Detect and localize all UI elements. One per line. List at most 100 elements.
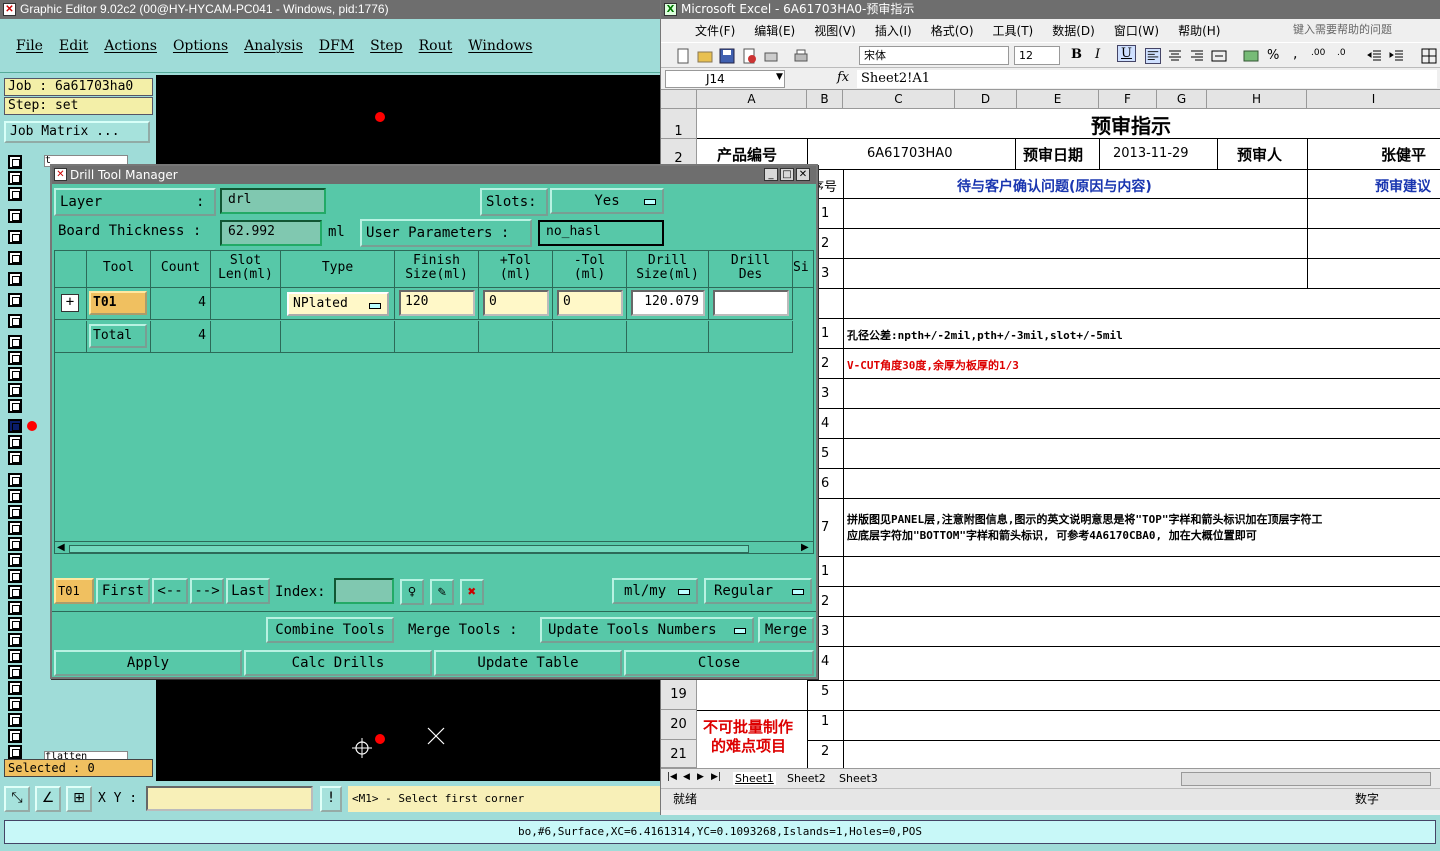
expand-icon[interactable]: + [61, 294, 79, 312]
layer-toggle[interactable] [8, 230, 22, 244]
sheet-tab-1[interactable]: Sheet1 [733, 772, 776, 785]
layer-toggle[interactable] [8, 187, 22, 201]
sheet-tab-3[interactable]: Sheet3 [839, 772, 878, 785]
col-si[interactable]: Si [793, 251, 813, 287]
user-parameters-button[interactable]: User Parameters : [360, 219, 532, 247]
col-type[interactable]: Type [281, 251, 395, 287]
excel-titlebar[interactable]: X Microsoft Excel - 6A61703HA0-预审指示 [661, 0, 1440, 19]
scroll-right-icon[interactable]: ▶ [801, 542, 809, 553]
increase-indent-icon[interactable] [1389, 48, 1405, 64]
first-button[interactable]: First [96, 578, 150, 604]
layer-toggle[interactable] [8, 155, 22, 169]
horizontal-scrollbar[interactable] [1181, 772, 1431, 786]
drill-size-input[interactable]: 120.079 [631, 290, 705, 316]
column-header[interactable]: G [1157, 90, 1207, 109]
layer-toggle[interactable] [8, 367, 22, 381]
menu-rout[interactable]: Rout [419, 38, 453, 54]
plus-tol-input[interactable]: 0 [483, 290, 549, 316]
formula-input[interactable]: Sheet2!A1 [857, 70, 1437, 88]
merge-button[interactable]: Merge [758, 617, 814, 643]
row-header[interactable]: 19 [661, 680, 697, 710]
increase-decimal-icon[interactable]: .00 [1311, 48, 1325, 58]
layer-toggle[interactable] [8, 633, 22, 647]
save-icon[interactable] [719, 48, 735, 64]
layer-toggle-active[interactable] [8, 419, 22, 433]
next-sheet-icon[interactable]: ▶ [697, 772, 704, 782]
last-sheet-icon[interactable]: ▶| [711, 772, 721, 782]
underline-icon[interactable]: U [1117, 45, 1136, 62]
xy-input[interactable] [146, 786, 313, 811]
finish-size-input[interactable]: 120 [399, 290, 475, 316]
layer-toggle[interactable] [8, 553, 22, 567]
update-table-button[interactable]: Update Table [434, 650, 622, 676]
menu-analysis[interactable]: Analysis [244, 38, 303, 54]
menu-view-cn[interactable]: 视图(V) [814, 22, 856, 39]
layer-toggle[interactable] [8, 383, 22, 397]
decrease-decimal-icon[interactable]: .0 [1337, 48, 1346, 58]
menu-data-cn[interactable]: 数据(D) [1052, 22, 1095, 39]
index-input[interactable] [334, 578, 394, 604]
user-parameters-input[interactable]: no_hasl [538, 220, 664, 246]
menu-insert-cn[interactable]: 插入(I) [875, 22, 912, 39]
column-header[interactable]: D [955, 90, 1017, 109]
percent-icon[interactable]: % [1267, 48, 1279, 63]
menu-file-cn[interactable]: 文件(F) [695, 22, 735, 39]
layer-toggle[interactable] [8, 569, 22, 583]
row-header[interactable]: 1 [661, 109, 697, 139]
close-button[interactable]: Close [624, 650, 814, 676]
col-plus-tol[interactable]: +Tol (ml) [479, 251, 553, 287]
align-center-icon[interactable] [1167, 48, 1183, 64]
update-tools-numbers-select[interactable]: Update Tools Numbers [540, 617, 754, 643]
zoom-tool-icon[interactable]: ⤡ [4, 786, 30, 812]
mode-select[interactable]: Regular [704, 578, 812, 604]
chevron-down-icon[interactable]: ▼ [776, 72, 783, 82]
layer-toggle[interactable] [8, 681, 22, 695]
layer-toggle[interactable] [8, 293, 22, 307]
layer-toggle[interactable] [8, 489, 22, 503]
layer-toggle[interactable] [8, 729, 22, 743]
col-slot-len[interactable]: Slot Len(ml) [211, 251, 281, 287]
borders-icon[interactable] [1421, 48, 1437, 64]
total-label[interactable]: Total [89, 324, 147, 348]
minus-tol-input[interactable]: 0 [557, 290, 623, 316]
layer-toggle[interactable] [8, 314, 22, 328]
merge-center-icon[interactable] [1211, 48, 1227, 64]
layer-toggle[interactable] [8, 451, 22, 465]
menu-help-cn[interactable]: 帮助(H) [1178, 22, 1220, 39]
col-count[interactable]: Count [151, 251, 211, 287]
grid-tool-icon[interactable]: ⊞ [66, 786, 92, 812]
col-drill-size[interactable]: Drill Size(ml) [627, 251, 709, 287]
delete-icon[interactable]: ✖ [460, 579, 484, 605]
layer-toggle[interactable] [8, 399, 22, 413]
apply-button[interactable]: Apply [54, 650, 242, 676]
layer-input[interactable]: drl [220, 188, 326, 214]
sheet-tab-2[interactable]: Sheet2 [787, 772, 826, 785]
menu-tools-cn[interactable]: 工具(T) [993, 22, 1034, 39]
align-right-icon[interactable] [1189, 48, 1205, 64]
row-header[interactable]: 20 [661, 710, 697, 740]
column-header[interactable]: H [1207, 90, 1307, 109]
print-icon[interactable] [793, 48, 809, 64]
menu-window-cn[interactable]: 窗口(W) [1114, 22, 1159, 39]
fx-icon[interactable]: fx [837, 70, 849, 85]
decrease-indent-icon[interactable] [1367, 48, 1383, 64]
type-select[interactable]: NPlated [287, 292, 389, 316]
menu-format-cn[interactable]: 格式(O) [931, 22, 974, 39]
last-button[interactable]: Last [226, 578, 270, 604]
layer-toggle[interactable] [8, 505, 22, 519]
graphic-editor-titlebar[interactable]: ✕ Graphic Editor 9.02c2 (00@HY-HYCAM-PC0… [0, 0, 660, 19]
layer-toggle[interactable] [8, 272, 22, 286]
maximize-icon[interactable]: □ [780, 168, 794, 181]
dtm-titlebar[interactable]: ✕ Drill Tool Manager _ □ ✕ [52, 166, 816, 184]
bold-icon[interactable]: B [1071, 47, 1082, 62]
layer-toggle[interactable] [8, 537, 22, 551]
next-button[interactable]: --> [190, 578, 224, 604]
lightbulb-icon[interactable]: ♀ [400, 579, 424, 605]
table-horizontal-scrollbar[interactable]: ◀ ▶ [55, 541, 813, 553]
col-drill-des[interactable]: Drill Des [709, 251, 793, 287]
col-finish-size[interactable]: Finish Size(ml) [395, 251, 479, 287]
menu-actions[interactable]: Actions [104, 38, 157, 54]
layer-toggle[interactable] [8, 585, 22, 599]
comma-icon[interactable]: , [1293, 46, 1297, 62]
layer-toggle[interactable] [8, 697, 22, 711]
